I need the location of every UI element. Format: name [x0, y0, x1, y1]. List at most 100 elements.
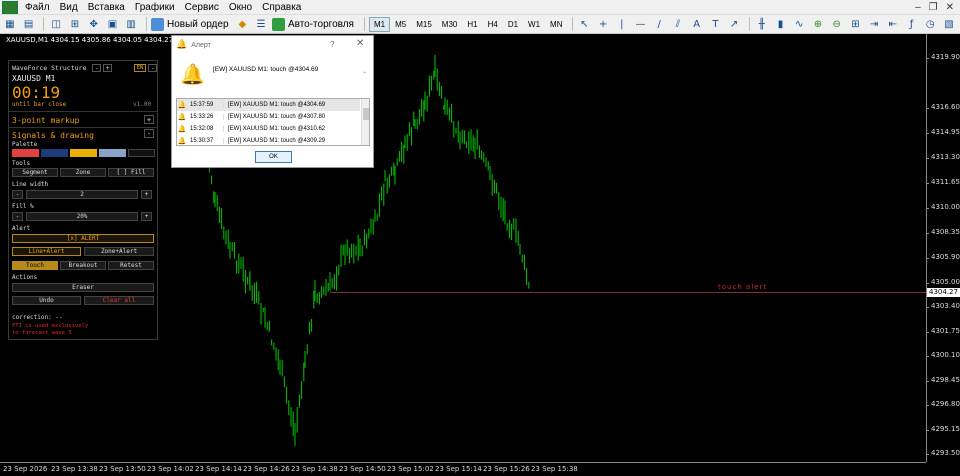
label-icon[interactable]: T [708, 17, 724, 32]
dialog-close-icon[interactable]: ✕ [356, 38, 364, 49]
undo-button[interactable]: Undo [12, 296, 81, 305]
tool-zone-button[interactable]: Zone [60, 168, 106, 177]
metaeditor-icon[interactable]: ◆ [235, 17, 251, 32]
indicators-icon[interactable]: ƒ [904, 17, 920, 32]
time-axis[interactable]: 23 Sep 2026 23 Sep 13:38 23 Sep 13:50 23… [0, 462, 926, 476]
terminal-icon[interactable]: ▣ [105, 17, 121, 32]
list-item[interactable]: 🔔 15:33:26 [EW] XAUUSD M1: touch @4307.8… [177, 111, 360, 123]
templates-icon[interactable]: ▧ [941, 17, 957, 32]
eraser-button[interactable]: Eraser [12, 283, 154, 292]
tf-mn[interactable]: MN [545, 17, 567, 32]
tf-m30[interactable]: M30 [437, 17, 463, 32]
ok-button[interactable]: OK [255, 151, 292, 163]
line-width-increase[interactable]: + [141, 190, 152, 199]
correction-status: correction: -- [12, 314, 63, 321]
tool-fill-button[interactable]: [ ] Fill [108, 168, 154, 177]
list-item[interactable]: 🔔 15:32:08 [EW] XAUUSD M1: touch @4310.6… [177, 123, 360, 135]
help-icon[interactable]: ? [330, 40, 334, 49]
tf-w1[interactable]: W1 [523, 17, 545, 32]
zone-alert-button[interactable]: Zone+Alert [84, 247, 154, 256]
vertical-line-icon[interactable]: | [614, 17, 630, 32]
alert-history-list[interactable]: 🔔 15:37:59 [EW] XAUUSD M1: touch @4304.6… [176, 98, 370, 146]
palette-swatch-gold[interactable] [70, 149, 97, 157]
restore-icon[interactable]: ❐ [929, 2, 938, 13]
menu-view[interactable]: Вид [55, 2, 83, 13]
panel-collapse-button[interactable]: - [148, 64, 157, 72]
panel-minimize-button[interactable]: - [92, 64, 101, 72]
touch-button[interactable]: Touch [12, 261, 58, 270]
panel-expand-button[interactable]: + [103, 64, 112, 72]
palette-swatch-black[interactable] [128, 149, 155, 157]
horizontal-line-icon[interactable]: — [633, 17, 649, 32]
chart-shift-icon[interactable]: ⇤ [885, 17, 901, 32]
cursor-icon[interactable]: ↖ [576, 17, 592, 32]
tool-segment-button[interactable]: Segment [12, 168, 58, 177]
autotrade-button[interactable]: Авто-торговля [271, 17, 354, 31]
menu-tools[interactable]: Сервис [180, 2, 224, 13]
close-icon[interactable]: ✕ [946, 2, 954, 13]
fill-value[interactable]: 20% [26, 212, 138, 221]
menu-help[interactable]: Справка [257, 2, 306, 13]
breakout-button[interactable]: Breakout [60, 261, 106, 270]
channel-icon[interactable]: ⫽ [670, 17, 686, 32]
palette-swatch-red[interactable] [12, 149, 39, 157]
crosshair-icon[interactable]: + [595, 17, 611, 32]
alert-toggle[interactable]: [x] ALERT [12, 234, 154, 243]
text-icon[interactable]: A [689, 17, 705, 32]
data-window-icon[interactable]: ⊞ [67, 17, 83, 32]
section-signals[interactable]: Signals & drawing [12, 131, 94, 140]
line-chart-icon[interactable]: ∿ [791, 17, 807, 32]
list-item[interactable]: 🔔 15:30:37 [EW] XAUUSD M1: touch @4309.2… [177, 135, 360, 145]
line-alert-button[interactable]: Line+Alert [12, 247, 81, 256]
tf-d1[interactable]: D1 [503, 17, 523, 32]
fill-decrease[interactable]: - [12, 212, 23, 221]
bar-chart-icon[interactable]: ╫ [754, 17, 770, 32]
dialog-titlebar[interactable]: 🔔 Алерт ? ✕ [172, 36, 373, 54]
line-width-value[interactable]: 2 [26, 190, 138, 199]
trendline-icon[interactable]: / [651, 17, 667, 32]
section-markup[interactable]: 3-point markup [12, 116, 79, 125]
periods-icon[interactable]: ◷ [922, 17, 938, 32]
retest-button[interactable]: Retest [108, 261, 154, 270]
market-watch-icon[interactable]: ◫ [48, 17, 64, 32]
clear-all-button[interactable]: Clear all [84, 296, 154, 305]
alert-line[interactable] [330, 292, 926, 293]
menu-insert[interactable]: Вставка [83, 2, 130, 13]
profiles-icon[interactable]: ▤ [21, 17, 37, 32]
language-button[interactable]: EN [134, 64, 146, 72]
navigator-icon[interactable]: ✥ [86, 17, 102, 32]
tester-icon[interactable]: ▥ [123, 17, 139, 32]
zoom-out-icon[interactable]: ⊖ [829, 17, 845, 32]
markup-expand-button[interactable]: + [144, 115, 154, 124]
tf-h1[interactable]: H1 [462, 17, 482, 32]
fill-increase[interactable]: + [141, 212, 152, 221]
version-label: v1.00 [133, 101, 152, 108]
list-scrollbar[interactable] [361, 99, 369, 145]
new-order-button[interactable]: Новый ордер [151, 17, 229, 31]
time-label: 23 Sep 15:38 [531, 465, 578, 473]
list-item[interactable]: 🔔 15:37:59 [EW] XAUUSD M1: touch @4304.6… [177, 99, 360, 111]
palette-swatch-steel[interactable] [99, 149, 126, 157]
new-chart-icon[interactable]: ▦ [2, 17, 18, 32]
menu-window[interactable]: Окно [224, 2, 257, 13]
current-price-label: 4304.27 [927, 288, 960, 297]
candlestick-icon[interactable]: ▮ [773, 17, 789, 32]
tf-m5[interactable]: M5 [390, 17, 411, 32]
tf-m15[interactable]: M15 [411, 17, 437, 32]
tf-m1[interactable]: M1 [368, 16, 391, 32]
price-label: 4311.65 [926, 178, 960, 186]
arrow-icon[interactable]: ↗ [726, 17, 742, 32]
price-axis[interactable]: 4319.90 4316.60 4314.95 4313.30 4311.65 … [926, 34, 960, 462]
strategy-icon[interactable]: ☰ [253, 17, 269, 32]
scrollbar-thumb[interactable] [363, 108, 369, 120]
menu-charts[interactable]: Графики [130, 2, 180, 13]
tile-windows-icon[interactable]: ⊞ [848, 17, 864, 32]
palette-swatch-blue[interactable] [41, 149, 68, 157]
zoom-in-icon[interactable]: ⊕ [810, 17, 826, 32]
tf-h4[interactable]: H4 [483, 17, 503, 32]
minimize-icon[interactable]: – [915, 2, 921, 13]
signals-collapse-button[interactable]: - [144, 129, 154, 138]
line-width-decrease[interactable]: - [12, 190, 23, 199]
menu-file[interactable]: Файл [20, 2, 55, 13]
autoscroll-icon[interactable]: ⇥ [866, 17, 882, 32]
